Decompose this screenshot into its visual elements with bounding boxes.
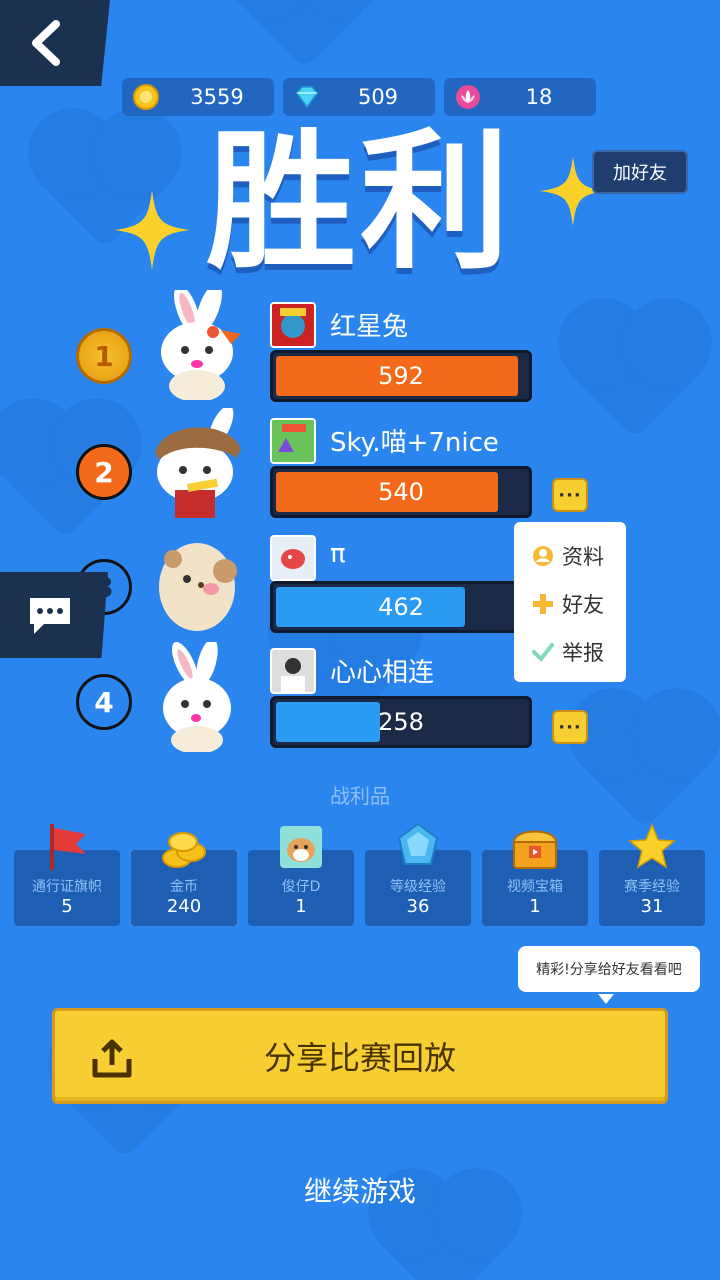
player-name: 红星兔	[330, 312, 409, 342]
chat-button[interactable]	[0, 572, 108, 658]
loot-count: 36	[406, 896, 430, 917]
dog-icon	[280, 826, 322, 868]
back-button[interactable]	[0, 0, 110, 86]
loot-count: 240	[166, 896, 202, 917]
loot-count: 1	[529, 896, 541, 917]
add-friend-button[interactable]: 加好友	[592, 150, 688, 194]
gold-coin-counter: 3559	[122, 78, 274, 116]
diamond-icon	[296, 86, 318, 109]
player-options-popup: 资料 好友 举报	[514, 522, 626, 682]
player-badge	[270, 302, 316, 348]
player-name: π	[330, 539, 346, 569]
loot-title: 战利品	[330, 784, 390, 808]
crystal-icon	[397, 822, 439, 865]
share-tip-bubble: 精彩!分享给好友看看吧	[518, 946, 700, 1004]
player-name: Sky.喵+7nice	[330, 428, 499, 458]
chevron-left-icon	[32, 20, 60, 66]
lotus-value: 18	[525, 85, 553, 109]
popup-item-label: 举报	[562, 641, 604, 665]
more-options-button[interactable]: ···	[552, 478, 588, 512]
sparkle-icon	[114, 190, 190, 270]
gold-coin-icon	[133, 84, 159, 110]
rabbit-avatar[interactable]	[145, 642, 245, 752]
share-replay-button[interactable]: 分享比赛回放	[52, 1008, 668, 1104]
check-icon	[532, 641, 554, 663]
flag-icon	[50, 824, 86, 870]
lotus-counter: 18	[444, 78, 596, 116]
score-value: 462	[378, 593, 424, 621]
popup-item-report[interactable]: 举报	[514, 628, 626, 676]
score-value: 258	[378, 708, 424, 736]
rank-badge: 2	[76, 444, 132, 500]
player-row: 2 Sky.喵+7nice 540 ···	[0, 408, 720, 523]
loot-item[interactable]: 等级经验 36	[365, 822, 471, 926]
share-icon	[92, 1039, 132, 1078]
loot-item[interactable]: 金币 240	[131, 832, 237, 926]
popup-item-label: 好友	[562, 593, 604, 617]
score-bar: 258	[270, 696, 532, 748]
score-bar: 462	[270, 581, 532, 633]
loot-count: 5	[61, 896, 73, 917]
loot-item[interactable]: 赛季经验 31	[599, 822, 705, 926]
score-bar: 540	[270, 466, 532, 518]
score-value: 592	[378, 362, 424, 390]
coins-icon	[162, 832, 206, 868]
rank-badge: 1	[76, 328, 132, 384]
score-bar: 592	[270, 350, 532, 402]
player-name: 心心相连	[330, 658, 435, 688]
diamond-counter: 509	[283, 78, 435, 116]
loot-item[interactable]: 视频宝箱 1	[482, 830, 588, 926]
loot-label: 视频宝箱	[507, 879, 563, 895]
loot-count: 1	[295, 896, 307, 917]
profile-icon	[532, 545, 554, 567]
player-row: 1 红星兔 592	[0, 290, 720, 405]
hamster-avatar[interactable]	[145, 527, 245, 637]
loot-item[interactable]: 通行证旗帜 5	[14, 824, 120, 926]
loot-label: 等级经验	[390, 879, 446, 895]
score-value: 540	[378, 478, 424, 506]
share-replay-label: 分享比赛回放	[263, 1039, 456, 1077]
player-badge	[270, 648, 316, 694]
chat-bubble-icon	[30, 598, 70, 634]
plus-icon	[532, 593, 554, 615]
gold-coin-value: 3559	[190, 85, 244, 109]
loot-count: 31	[640, 896, 664, 917]
more-options-button[interactable]: ···	[552, 710, 588, 744]
loot-label: 通行证旗帜	[32, 879, 102, 895]
loot-label: 金币	[170, 879, 198, 895]
rabbit-avatar[interactable]	[145, 290, 245, 400]
treasure-chest-icon	[512, 830, 558, 869]
star-icon	[628, 822, 676, 869]
player-badge	[270, 535, 316, 581]
popup-item-profile[interactable]: 资料	[514, 532, 626, 580]
popup-item-label: 资料	[562, 545, 604, 569]
loot-item[interactable]: 俊仔D 1	[248, 826, 354, 926]
lotus-icon	[456, 85, 480, 109]
victory-title: 胜利	[205, 116, 514, 290]
continue-game-button[interactable]: 继续游戏	[0, 1170, 720, 1210]
rabbit-avatar[interactable]	[145, 408, 245, 518]
diamond-value: 509	[357, 85, 399, 109]
loot-label: 俊仔D	[281, 879, 321, 895]
player-badge	[270, 418, 316, 464]
rank-badge: 4	[76, 674, 132, 730]
popup-item-friend[interactable]: 好友	[514, 580, 626, 628]
loot-label: 赛季经验	[624, 879, 680, 895]
